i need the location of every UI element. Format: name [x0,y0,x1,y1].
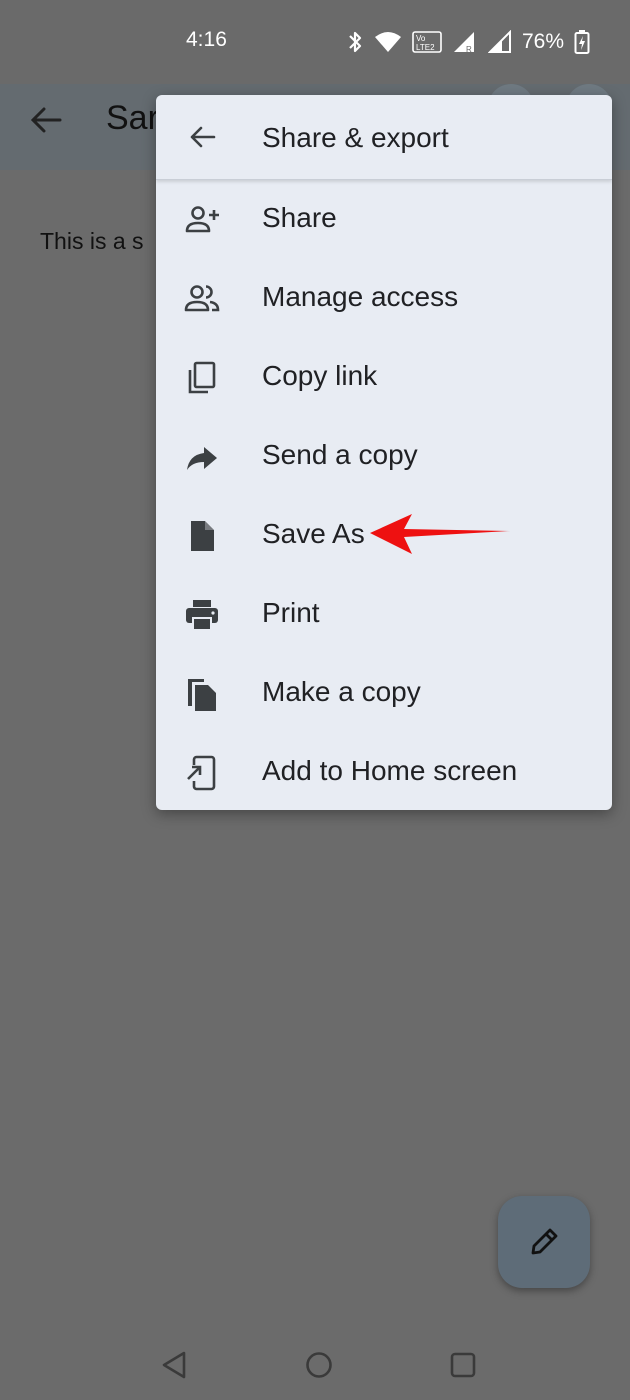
svg-text:Vo: Vo [416,34,426,43]
arrow-back-icon[interactable] [186,121,218,153]
svg-text:LTE2: LTE2 [416,43,435,52]
arrow-back-icon[interactable] [26,100,66,140]
share-export-menu: Share & export Share Manage access Copy … [156,95,612,810]
menu-item-copy-link[interactable]: Copy link [156,338,612,417]
file-icon [191,521,214,551]
menu-item-add-home[interactable]: Add to Home screen [156,733,612,810]
menu-item-label: Save As [262,518,365,549]
menu-item-manage-access[interactable]: Manage access [156,259,612,338]
person-add-icon [185,206,219,233]
menu-item-label: Manage access [262,281,459,312]
menu-title: Share & export [262,122,449,153]
copy-icon [188,361,216,394]
forward-icon [187,447,217,470]
menu-header[interactable]: Share & export [156,95,612,180]
status-bar: 4:16 Vo LTE2 R 76% [0,0,630,84]
menu-item-label: Send a copy [262,439,418,470]
menu-item-label: Print [262,597,320,628]
volte-icon: Vo LTE2 [412,31,442,53]
add-to-home-icon [187,755,216,791]
status-icons: Vo LTE2 R 76% [346,24,590,60]
menu-item-label: Share [262,202,337,233]
menu-item-make-copy[interactable]: Make a copy [156,654,612,733]
battery-percent: 76% [521,30,564,53]
navigation-bar [0,1330,630,1400]
menu-item-label: Add to Home screen [262,755,518,786]
menu-item-label: Make a copy [262,676,421,707]
pencil-icon [531,1228,558,1255]
menu-item-print[interactable]: Print [156,575,612,654]
battery-charging-icon [574,30,590,54]
file-copy-icon [188,679,216,711]
wifi-icon [374,32,401,52]
menu-item-send-copy[interactable]: Send a copy [156,417,612,496]
menu-item-label: Copy link [262,360,378,391]
printer-icon [186,600,218,631]
svg-text:R: R [466,45,472,54]
bluetooth-icon [349,31,362,53]
nav-recents-icon[interactable] [446,1348,480,1382]
edit-fab-button[interactable] [498,1196,590,1288]
menu-item-share[interactable]: Share [156,180,612,259]
status-time: 4:16 [186,28,227,51]
signal-icon [487,30,511,53]
nav-back-icon[interactable] [158,1348,192,1382]
annotation-arrow-icon [370,514,510,554]
document-text: This is a s [40,228,144,254]
signal-roaming-icon: R [453,32,474,54]
people-icon [184,285,220,312]
nav-home-icon[interactable] [302,1348,336,1382]
doc-title: Sar [106,99,159,137]
menu-list: Share Manage access Copy link Send a cop… [156,180,612,810]
